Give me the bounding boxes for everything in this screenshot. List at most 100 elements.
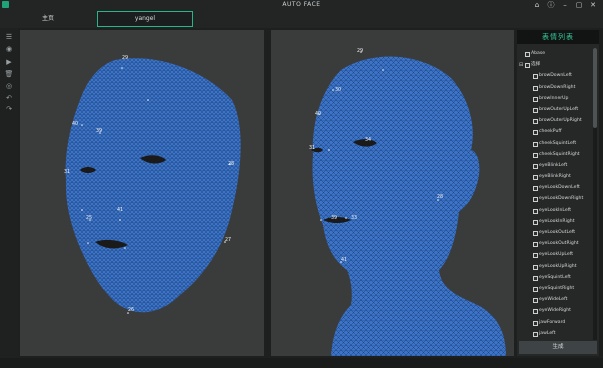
expression-item[interactable]: eyeLookInRight	[519, 216, 592, 227]
landmark-label: 25	[86, 216, 93, 221]
undo-icon[interactable]: ↶	[3, 93, 15, 103]
generate-button[interactable]: 生成	[519, 341, 597, 354]
landmark-label: 28	[437, 195, 444, 200]
info-icon[interactable]: ⓘ	[545, 0, 557, 10]
expression-item[interactable]: jawLeft	[519, 328, 592, 339]
trash-icon[interactable]: 🗑	[3, 69, 15, 79]
item-checkbox[interactable]	[533, 119, 538, 125]
stop-icon[interactable]: ◎	[3, 81, 15, 91]
expression-item[interactable]: ⊟ 选择	[519, 59, 592, 70]
tab-bar	[0, 10, 603, 28]
expression-label: jawLeft	[539, 330, 556, 336]
record-icon[interactable]: ◉	[3, 44, 15, 54]
item-checkbox[interactable]	[533, 96, 538, 102]
item-checkbox[interactable]	[533, 175, 538, 181]
item-checkbox[interactable]	[533, 74, 538, 80]
expression-panel: 表情列表 Abase ⊟ 选择 browDownLeft browDownRight br…	[517, 30, 599, 356]
minimize-icon[interactable]: –	[559, 0, 571, 10]
expression-item[interactable]: eyeLookDownLeft	[519, 182, 592, 193]
expression-label: eyeLookInLeft	[539, 207, 572, 213]
item-checkbox[interactable]	[533, 197, 538, 203]
expression-item[interactable]: cheekSquintLeft	[519, 138, 592, 149]
status-bar	[0, 358, 603, 368]
expression-item[interactable]: browDownLeft	[519, 70, 592, 81]
item-checkbox[interactable]	[533, 242, 538, 248]
expression-label: 选择	[531, 62, 541, 68]
item-checkbox[interactable]	[533, 264, 538, 270]
landmark-label: 40	[72, 122, 79, 127]
landmark-label: 26	[128, 308, 135, 313]
item-checkbox[interactable]	[533, 253, 538, 259]
expression-item[interactable]: eyeLookInLeft	[519, 205, 592, 216]
expression-label: eyeLookOutLeft	[539, 230, 576, 235]
item-checkbox[interactable]	[533, 85, 538, 91]
expression-item[interactable]: eyeWideLeft	[519, 294, 592, 305]
landmark-label: 30	[335, 88, 342, 93]
item-checkbox[interactable]	[533, 331, 538, 337]
landmark-label: 34	[365, 138, 372, 143]
viewport-head-model[interactable]: 29 40 30 39 41 28 31 33 34	[271, 30, 514, 356]
landmark-label: 41	[117, 208, 124, 213]
expression-label: browOuterUpLeft	[539, 106, 579, 112]
home-icon[interactable]: ⌂	[531, 0, 543, 10]
expression-item[interactable]: eyeSquintLeft	[519, 272, 592, 283]
expression-item[interactable]: jawForward	[519, 317, 592, 328]
item-checkbox[interactable]	[533, 208, 538, 214]
expression-label: eyeBlinkLeft	[539, 162, 568, 168]
expression-item[interactable]: browDownRight	[519, 82, 592, 93]
expression-item[interactable]: Abase	[519, 48, 592, 59]
landmark-label: 31	[309, 146, 316, 151]
item-checkbox[interactable]	[533, 298, 538, 304]
item-checkbox[interactable]	[533, 309, 538, 315]
item-checkbox[interactable]	[533, 163, 538, 169]
expression-item[interactable]: cheekPuff	[519, 126, 592, 137]
expand-collapse-icon[interactable]: ⊟	[519, 62, 523, 67]
scrollbar-thumb[interactable]	[593, 48, 597, 128]
window-title: AUTO FACE	[282, 1, 321, 8]
expression-item[interactable]: browOuterUpRight	[519, 115, 592, 126]
redo-icon[interactable]: ↷	[3, 104, 15, 114]
expression-item[interactable]: eyeLookOutRight	[519, 238, 592, 249]
item-checkbox[interactable]	[525, 52, 530, 57]
item-checkbox[interactable]	[533, 286, 538, 292]
expression-item[interactable]: eyeLookOutLeft	[519, 227, 592, 238]
item-checkbox[interactable]	[533, 107, 538, 113]
expression-label: Abase	[531, 51, 546, 56]
landmark-label: 28	[228, 162, 235, 167]
expression-item[interactable]: browInnerUp	[519, 93, 592, 104]
viewport-face-mask[interactable]: 29 40 39 41 28 27 26 25 31	[20, 30, 264, 356]
item-checkbox[interactable]	[533, 141, 538, 147]
expression-item[interactable]: eyeBlinkRight	[519, 171, 592, 182]
landmark-label: 41	[341, 258, 348, 263]
expression-label: eyeSquintRight	[539, 285, 575, 291]
head-mesh	[311, 51, 507, 356]
close-icon[interactable]: ✕	[587, 0, 599, 10]
tab-project[interactable]: yangel	[97, 11, 193, 27]
item-checkbox[interactable]	[533, 275, 538, 281]
item-checkbox[interactable]	[533, 130, 538, 136]
expression-list[interactable]: Abase ⊟ 选择 browDownLeft browDownRight browInn…	[519, 48, 592, 340]
expression-item[interactable]: eyeWideRight	[519, 305, 592, 316]
list-scrollbar[interactable]	[593, 48, 597, 340]
expression-label: eyeBlinkRight	[539, 174, 571, 180]
item-checkbox[interactable]	[533, 231, 538, 236]
expression-label: cheekSquintRight	[539, 151, 580, 157]
expression-label: eyeLookDownRight	[539, 196, 584, 202]
expression-item[interactable]: cheekSquintRight	[519, 149, 592, 160]
landmark-label: 31	[64, 170, 71, 175]
item-checkbox[interactable]	[525, 63, 530, 69]
maximize-icon[interactable]: ▢	[573, 0, 585, 10]
expression-item[interactable]: browOuterUpLeft	[519, 104, 592, 115]
menu-icon[interactable]: ☰	[3, 32, 15, 42]
item-checkbox[interactable]	[533, 152, 538, 158]
expression-item[interactable]: eyeLookUpLeft	[519, 249, 592, 260]
item-checkbox[interactable]	[533, 186, 538, 192]
expression-item[interactable]: eyeLookDownRight	[519, 193, 592, 204]
expression-item[interactable]: eyeSquintRight	[519, 283, 592, 294]
item-checkbox[interactable]	[533, 320, 538, 326]
tab-home[interactable]: 主页	[22, 11, 74, 26]
expression-item[interactable]: eyeLookUpRight	[519, 261, 592, 272]
play-icon[interactable]: ▶	[3, 57, 15, 67]
expression-item[interactable]: eyeBlinkLeft	[519, 160, 592, 171]
item-checkbox[interactable]	[533, 219, 538, 225]
